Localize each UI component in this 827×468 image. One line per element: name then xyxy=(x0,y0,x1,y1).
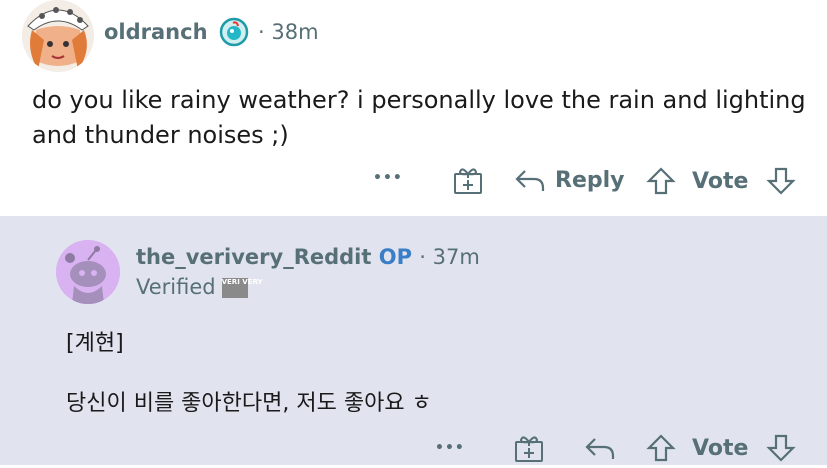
separator-dot: · xyxy=(419,245,433,269)
upvote-arrow-icon xyxy=(646,434,676,462)
reply-icon xyxy=(585,438,615,459)
reply-label: Reply xyxy=(555,167,625,193)
downvote-arrow-icon xyxy=(766,167,796,195)
username[interactable]: the_verivery_Reddit xyxy=(136,245,371,269)
reply-text-line-1: [계현] xyxy=(66,331,124,356)
reply-icon xyxy=(515,170,545,191)
upvote-button[interactable]: Vote xyxy=(646,433,748,463)
reply-username: the_verivery_Reddit OP · 37m xyxy=(136,245,480,269)
time-value: 38m xyxy=(271,20,319,44)
time-value: 37m xyxy=(432,245,480,269)
vote-count: Vote xyxy=(692,168,749,194)
more-options-button[interactable]: ••• xyxy=(435,440,465,456)
downvote-button[interactable] xyxy=(766,166,796,196)
downvote-arrow-icon xyxy=(766,434,796,462)
avatar[interactable] xyxy=(22,0,94,72)
reply-button[interactable] xyxy=(584,434,616,462)
upvote-button[interactable]: Vote xyxy=(646,166,748,196)
upvote-arrow-icon xyxy=(646,167,676,195)
reply-text-line-2: 당신이 비를 좋아한다면, 저도 좋아요 ㅎ xyxy=(66,391,432,416)
flair-text: Verified xyxy=(136,275,216,299)
op-badge: OP xyxy=(378,245,412,269)
separator-dot: · xyxy=(258,20,272,44)
award-icon[interactable] xyxy=(513,432,545,464)
timestamp: · 38m xyxy=(258,20,319,44)
vote-count: Vote xyxy=(692,435,749,461)
avatar[interactable] xyxy=(56,240,120,304)
downvote-button[interactable] xyxy=(766,433,796,463)
achievement-icon[interactable] xyxy=(219,17,249,47)
award-icon[interactable] xyxy=(452,164,484,196)
flair-emoji: VERI VERY xyxy=(221,278,263,298)
more-options-button[interactable]: ••• xyxy=(373,170,403,186)
comment-text: do you like rainy weather? i personally … xyxy=(32,86,806,149)
user-flair: Verified VERI VERY xyxy=(136,275,263,299)
reply-button[interactable]: Reply xyxy=(514,166,625,194)
username[interactable]: oldranch xyxy=(104,20,208,44)
